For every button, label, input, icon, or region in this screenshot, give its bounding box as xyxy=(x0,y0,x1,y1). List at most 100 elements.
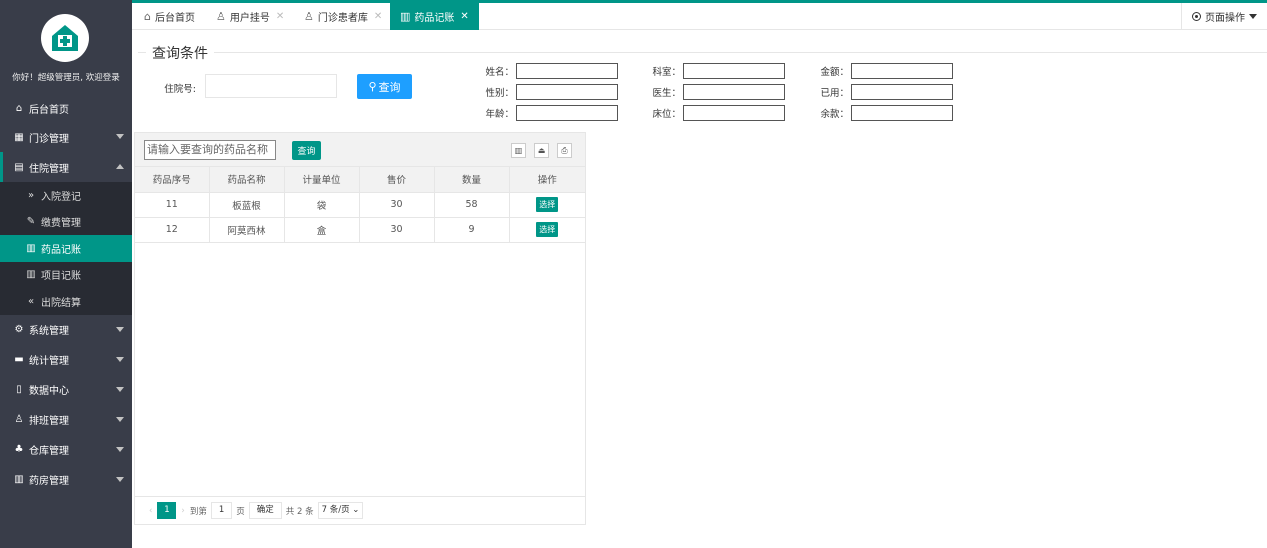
department-field[interactable] xyxy=(683,63,785,79)
chevron-up-icon xyxy=(116,164,124,169)
chevron-down-icon xyxy=(116,386,124,392)
page-operations-menu[interactable]: 页面操作 xyxy=(1181,3,1267,30)
prev-page-icon[interactable]: ‹ xyxy=(149,506,152,516)
table-toolbar: 请输入要查询的药品名称 查询 ▥ ⏏ ⎙ xyxy=(135,133,585,167)
sidebar-item-schedule[interactable]: ♙ 排班管理 xyxy=(0,405,132,435)
cell-price: 30 xyxy=(359,192,435,218)
name-field[interactable] xyxy=(516,63,618,79)
chevron-down-icon xyxy=(116,416,124,422)
query-button[interactable]: ⚲ 查询 xyxy=(357,74,412,99)
cell-unit: 袋 xyxy=(284,192,360,218)
page-operations-label: 页面操作 xyxy=(1205,13,1245,24)
pagination: ‹ 1 › 到第 1 页 确定 共 2 条 7 条/页 ⌄ xyxy=(135,496,585,524)
welcome-text: 你好！超级管理员, 欢迎登录 xyxy=(12,73,120,83)
col-header: 药品名称 xyxy=(209,167,285,193)
drug-search-button[interactable]: 查询 xyxy=(292,141,321,160)
cell-price: 30 xyxy=(359,217,435,243)
cell-qty: 58 xyxy=(434,192,510,218)
grid-icon: ▦ xyxy=(14,131,24,143)
drug-search-input[interactable]: 请输入要查询的药品名称 xyxy=(144,140,276,160)
book-icon: ▥ xyxy=(26,269,36,281)
sidebar-item-admission[interactable]: » 入院登记 xyxy=(0,182,132,209)
col-header: 数量 xyxy=(434,167,510,193)
tab-outpatient-library[interactable]: ♙ 门诊患者库 ✕ xyxy=(304,3,382,30)
sidebar-item-label: 缴费管理 xyxy=(41,218,81,230)
export-icon[interactable]: ⏏ xyxy=(534,143,549,158)
hospital-logo-icon xyxy=(41,14,89,62)
chevron-down-icon xyxy=(116,356,124,362)
select-button[interactable]: 选择 xyxy=(536,222,559,237)
sidebar-item-outpatient[interactable]: ▦ 门诊管理 xyxy=(0,122,132,152)
sidebar-item-project-billing[interactable]: ▥ 项目记账 xyxy=(0,262,132,289)
department-label: 科室： xyxy=(652,67,681,78)
name-label: 姓名： xyxy=(485,67,514,78)
page-current[interactable]: 1 xyxy=(157,502,177,519)
per-page-value: 7 条/页 xyxy=(321,505,350,515)
sidebar-item-label: 数据中心 xyxy=(29,386,69,397)
sidebar-item-statistics[interactable]: ▬ 统计管理 xyxy=(0,345,132,375)
next-page-icon[interactable]: › xyxy=(181,506,184,516)
sidebar-item-label: 排班管理 xyxy=(29,416,69,427)
gender-field[interactable] xyxy=(516,84,618,100)
double-chevron-right-icon: » xyxy=(27,189,35,201)
chevron-down-icon xyxy=(116,476,124,482)
home-icon: ⌂ xyxy=(15,102,23,114)
warehouse-icon: ♣ xyxy=(14,444,24,455)
sidebar-item-data-center[interactable]: ▯ 数据中心 xyxy=(0,375,132,405)
sidebar-item-warehouse[interactable]: ♣ 仓库管理 xyxy=(0,435,132,465)
drug-table: 药品序号 药品名称 计量单位 售价 数量 操作 11 板蓝根 袋 30 58 选… xyxy=(135,167,585,243)
close-icon[interactable]: ✕ xyxy=(374,11,382,22)
bed-field[interactable] xyxy=(683,105,785,121)
sidebar-item-label: 系统管理 xyxy=(29,326,69,337)
sidebar-item-inpatient[interactable]: ▤ 住院管理 xyxy=(0,152,132,182)
goto-page-input[interactable]: 1 xyxy=(210,502,233,519)
query-legend: 查询条件 xyxy=(146,43,214,63)
balance-field[interactable] xyxy=(851,105,953,121)
sidebar-item-discharge[interactable]: « 出院结算 xyxy=(0,288,132,315)
sidebar-item-label: 门诊管理 xyxy=(29,133,69,145)
tab-registration[interactable]: ♙ 用户挂号 ✕ xyxy=(216,3,284,30)
print-icon[interactable]: ⎙ xyxy=(557,143,572,158)
sidebar-item-system[interactable]: ⚙ 系统管理 xyxy=(0,315,132,345)
cell-qty: 9 xyxy=(434,217,510,243)
goto-confirm-button[interactable]: 确定 xyxy=(248,502,282,519)
close-icon[interactable]: ✕ xyxy=(276,11,284,22)
sidebar-item-pharmacy[interactable]: ▥ 药房管理 xyxy=(0,465,132,495)
home-icon: ⌂ xyxy=(144,10,151,23)
sidebar-item-label: 项目记账 xyxy=(41,271,81,283)
doctor-field[interactable] xyxy=(683,84,785,100)
tab-home[interactable]: ⌂ 后台首页 xyxy=(144,3,195,30)
cell-id: 12 xyxy=(135,217,210,243)
user-icon: ♙ xyxy=(216,10,226,23)
columns-filter-icon[interactable]: ▥ xyxy=(511,143,526,158)
sidebar-item-drug-billing[interactable]: ▥ 药品记账 xyxy=(0,235,132,262)
sidebar-item-label: 仓库管理 xyxy=(29,446,69,457)
sidebar-item-label: 住院管理 xyxy=(29,163,69,175)
sidebar-item-payment[interactable]: ✎ 缴费管理 xyxy=(0,209,132,236)
tab-drug-billing[interactable]: ▥ 药品记账 ✕ xyxy=(390,3,479,30)
tab-label: 用户挂号 xyxy=(229,13,270,24)
building-icon: ▤ xyxy=(14,161,24,173)
drug-table-panel: 请输入要查询的药品名称 查询 ▥ ⏏ ⎙ 药品序号 药品名称 计量单位 售价 数… xyxy=(134,132,586,525)
per-page-select[interactable]: 7 条/页 ⌄ xyxy=(317,502,364,519)
table-row: 12 阿莫西林 盒 30 9 选择 xyxy=(135,217,585,243)
tab-label: 门诊患者库 xyxy=(317,13,368,24)
close-icon[interactable]: ✕ xyxy=(460,11,468,22)
age-field[interactable] xyxy=(516,105,618,121)
inpatient-submenu: » 入院登记 ✎ 缴费管理 ▥ 药品记账 ▥ 项目记账 « 出院结算 xyxy=(0,182,132,315)
page-label: 页 xyxy=(236,506,245,517)
book-icon: ▥ xyxy=(26,242,36,254)
used-label: 已用： xyxy=(820,88,849,99)
file-icon: ▯ xyxy=(16,384,22,395)
user-icon: ♙ xyxy=(14,414,24,425)
select-button[interactable]: 选择 xyxy=(536,197,559,212)
used-field[interactable] xyxy=(851,84,953,100)
table-header-row: 药品序号 药品名称 计量单位 售价 数量 操作 xyxy=(135,167,585,193)
sidebar-item-label: 药品记账 xyxy=(41,244,81,256)
gear-icon: ⚙ xyxy=(14,324,24,335)
sidebar-item-home[interactable]: ⌂ 后台首页 xyxy=(0,94,132,122)
balance-label: 余款： xyxy=(820,109,849,120)
age-label: 年龄： xyxy=(485,109,514,120)
amount-field[interactable] xyxy=(851,63,953,79)
hosp-no-input[interactable] xyxy=(205,74,337,98)
